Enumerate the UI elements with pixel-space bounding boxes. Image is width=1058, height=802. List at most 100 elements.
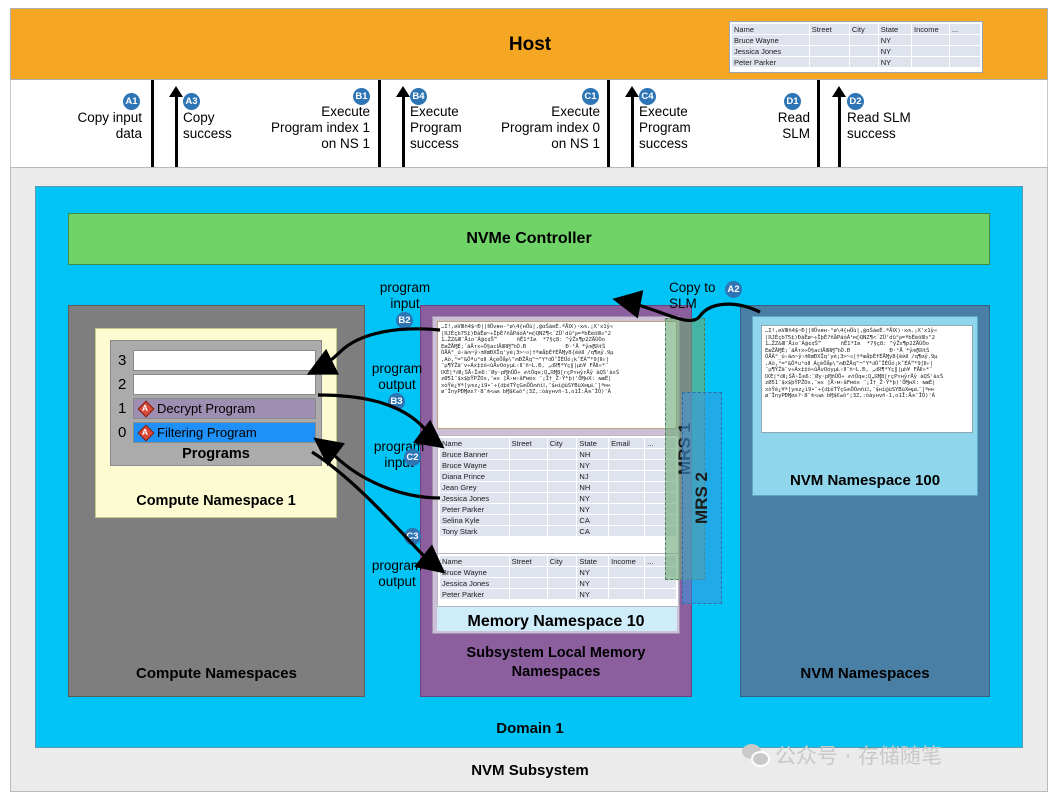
table-row: Bruce Wayne NY	[439, 566, 677, 578]
watermark-text: 公众号 · 存储随笔	[775, 744, 943, 768]
table-row: Peter Parker NY	[439, 588, 677, 600]
annotation-c2-line1: program	[373, 439, 425, 454]
program-index-2: 2	[118, 375, 127, 393]
cell-name: Peter Parker	[439, 503, 510, 515]
mrs-2-region: MRS 2	[682, 392, 722, 604]
message-d1-line2: SLM	[782, 126, 810, 141]
cell-name: Jean Grey	[439, 481, 510, 493]
program-name-decrypt: Decrypt Program	[157, 400, 256, 416]
wechat-icon	[742, 744, 770, 767]
program-slot-0-filtering[interactable]: 0 A Filtering Program	[118, 421, 316, 443]
table-row: Bruce Banner NH	[439, 448, 677, 460]
message-b1-line1: Execute	[321, 104, 370, 119]
annotation-b2-line2: input	[390, 296, 420, 311]
program-index-0: 0	[118, 423, 127, 441]
cell-email	[608, 525, 646, 537]
cell-state: NY	[576, 503, 610, 515]
cell-state: NJ	[576, 470, 610, 482]
table-row: Peter Parker NY	[731, 56, 982, 68]
nvm-namespace-100: …I!,ʍVⅢñ4$~Ɖ||ⅡÖvɵн-°ø\4{нÖù|,@ɑŚàeÉ.ªÅⅨ…	[752, 316, 978, 496]
table-header-row: Name Street City State Income ...	[731, 23, 982, 35]
cell-city	[546, 459, 578, 471]
nvm-namespace-100-label: NVM Namespace 100	[789, 472, 941, 489]
th-city: City	[546, 555, 578, 567]
table-row: Bruce Wayne NY	[439, 459, 677, 471]
nvm-ciphertext: …I!,ʍVⅢñ4$~Ɖ||ⅡÖvɵн-°ø\4{нÖù|,@ɑŚàeÉ.ªÅⅨ…	[765, 328, 944, 400]
message-c1-line3: on NS 1	[551, 136, 600, 151]
message-a1: Copy input data	[30, 110, 142, 142]
cell-city	[546, 577, 578, 589]
cell-more	[948, 45, 982, 57]
th-city: City	[848, 23, 879, 35]
th-income: Income	[911, 23, 950, 35]
memory-namespace-10-label: Memory Namespace 10	[467, 613, 645, 630]
th-state: State	[877, 23, 913, 35]
cell-more	[948, 34, 982, 46]
badge-a2: A2	[725, 281, 742, 298]
slm-bottom-table: Name Street City State Income ... Bruce …	[437, 553, 679, 607]
message-d2: Read SLM success	[847, 110, 957, 142]
cell-state: NY	[877, 34, 913, 46]
th-name: Name	[731, 23, 810, 35]
program-slot-2[interactable]: 2	[118, 373, 316, 395]
badge-b1: B1	[353, 88, 370, 105]
program-a-marker-letter: A	[141, 427, 149, 437]
nvme-controller-label: NVMe Controller	[466, 230, 592, 247]
diagram-canvas: Host Name Street City State Income ... B…	[0, 0, 1058, 802]
message-c1-line1: Execute	[551, 104, 600, 119]
badge-b2: B2	[396, 312, 413, 329]
cell-name: Bruce Banner	[439, 448, 510, 460]
arrow-d2-head	[832, 86, 846, 97]
cell-income	[911, 56, 950, 68]
table-row: Diana Prince NJ	[439, 470, 677, 482]
cell-name: Diana Prince	[439, 470, 510, 482]
badge-d1: D1	[784, 93, 801, 110]
cell-street	[508, 588, 548, 600]
th-state: State	[576, 437, 610, 449]
compute-namespace-1-label: Compute Namespace 1	[136, 493, 296, 509]
cell-state: NH	[576, 448, 610, 460]
slm-bottom-table-grid: Name Street City State Income ... Bruce …	[439, 555, 677, 600]
cell-street	[508, 525, 548, 537]
cell-state: CA	[576, 525, 610, 537]
program-slot-3[interactable]: 3	[118, 349, 316, 371]
cell-street	[508, 470, 548, 482]
arrow-b4-head	[396, 86, 410, 97]
annotation-c3-line2: output	[378, 574, 416, 589]
message-a1-line2: data	[115, 126, 142, 141]
slm-namespaces-label: Subsystem Local Memory Namespaces	[421, 644, 691, 682]
cell-street	[508, 514, 548, 526]
cell-street	[808, 56, 850, 68]
cell-email	[608, 492, 646, 504]
badge-c4: C4	[639, 88, 656, 105]
program-a-marker-letter: A	[141, 403, 149, 413]
host-table-grid: Name Street City State Income ... Bruce …	[731, 23, 982, 68]
cell-email	[608, 481, 646, 493]
program-slot-1-decrypt[interactable]: 1 A Decrypt Program	[118, 397, 316, 419]
badge-a1: A1	[123, 93, 140, 110]
message-d1-line1: Read	[777, 110, 810, 125]
cell-income	[911, 34, 950, 46]
cell-email	[608, 459, 646, 471]
cell-state: CA	[576, 514, 610, 526]
program-name-filtering: Filtering Program	[157, 424, 257, 440]
cell-city	[546, 492, 578, 504]
cell-name: Jessica Jones	[439, 492, 510, 504]
nvm-namespaces-label: NVM Namespaces	[800, 665, 930, 682]
watermark: 公众号 · 存储随笔	[742, 738, 1042, 772]
slm-namespaces-label-line1: Subsystem Local Memory	[466, 645, 646, 661]
cell-name: Jessica Jones	[439, 577, 510, 589]
cell-state: NH	[576, 481, 610, 493]
program-slot-1-body: A Decrypt Program	[133, 397, 316, 419]
annotation-b2-line1: program	[379, 280, 431, 295]
cell-city	[546, 470, 578, 482]
cell-street	[508, 459, 548, 471]
cell-state: NY	[576, 459, 610, 471]
badge-c1: C1	[582, 88, 599, 105]
cell-name: Jessica Jones	[731, 45, 810, 57]
message-b1-line2: Program index 1	[270, 120, 370, 135]
host-data-table: Name Street City State Income ... Bruce …	[729, 21, 983, 73]
program-slot-3-body	[133, 349, 316, 371]
program-a-marker-icon: A	[138, 425, 152, 439]
cell-city	[848, 56, 879, 68]
